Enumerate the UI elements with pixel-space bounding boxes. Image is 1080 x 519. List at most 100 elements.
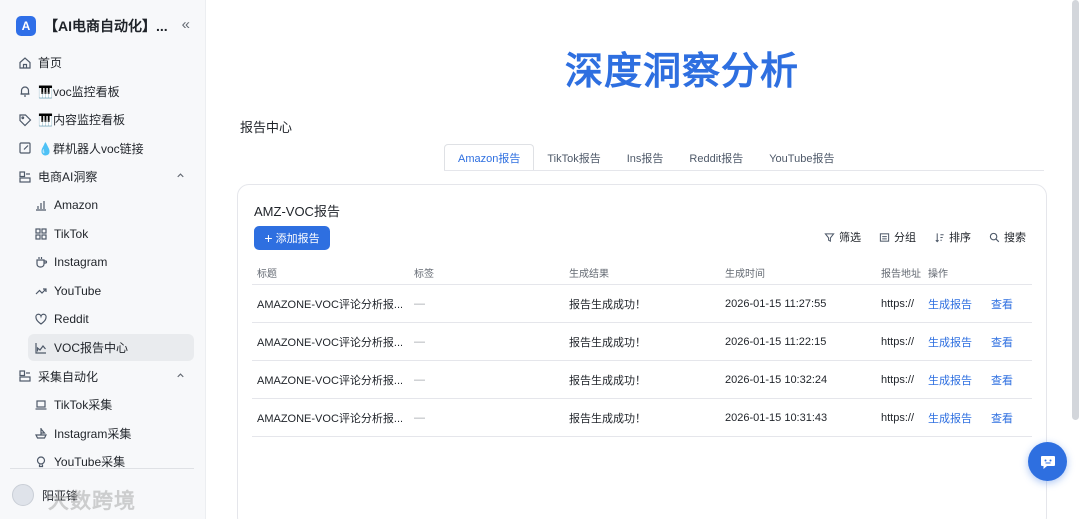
cell-result: 报告生成成功！ [569, 412, 646, 425]
cell-url[interactable]: https:// [881, 412, 927, 424]
tab-reddit-report[interactable]: Reddit报告 [676, 144, 756, 171]
area-chart-icon [34, 341, 48, 355]
sidebar-item-content-dashboard[interactable]: 🎹内容监控看板 [10, 106, 196, 133]
group-button[interactable]: 分组 [879, 229, 916, 245]
table-toolbar: 筛选 分组 排序 搜索 [806, 229, 1026, 245]
sidebar-item-label: Amazon [54, 198, 99, 212]
chevron-up-icon[interactable] [175, 370, 186, 384]
generate-report-link[interactable]: 生成报告 [928, 334, 988, 350]
view-link[interactable]: 查看 [991, 372, 1031, 388]
cell-result: 报告生成成功！ [569, 336, 646, 349]
sidebar-item-label: Reddit [54, 312, 89, 326]
folder-icon [18, 170, 32, 184]
group-label: 分组 [894, 232, 916, 244]
sidebar-item-reddit[interactable]: Reddit [10, 306, 196, 333]
view-link[interactable]: 查看 [991, 410, 1031, 426]
column-header-result[interactable]: 生成结果 [569, 265, 709, 280]
add-report-button[interactable]: + 添加报告 [254, 226, 330, 250]
cell-tag: — [414, 373, 425, 386]
page-scrollbar[interactable] [1072, 0, 1079, 420]
chevron-up-icon[interactable] [175, 170, 186, 184]
app-title: 【AI电商自动化】... [44, 18, 168, 34]
cell-title: AMAZONE-VOC评论分析报... [257, 412, 402, 425]
sidebar-item-label: YouTube [54, 283, 102, 298]
report-card: AMZ-VOC报告 + 添加报告 筛选 分组 排序 搜索 标题 标签 生成结果 … [237, 184, 1047, 519]
cell-title: AMAZONE-VOC评论分析报... [257, 298, 402, 311]
cell-title: AMAZONE-VOC评论分析报... [257, 336, 402, 349]
sidebar-nav: 首页 🎹voc监控看板 🎹内容监控看板 💧群机器人voc链接 电商AI洞察 Am… [10, 49, 196, 477]
bell-icon [18, 84, 32, 98]
trend-icon [34, 284, 48, 298]
cell-time: 2026-01-15 11:27:55 [725, 297, 827, 310]
column-header-url[interactable]: 报告地址 [881, 265, 927, 280]
sidebar-item-youtube[interactable]: YouTube [10, 277, 196, 304]
sidebar-item-tiktok-collect[interactable]: TikTok采集 [10, 391, 196, 418]
filter-icon [824, 232, 835, 242]
sidebar-group-collection-automation[interactable]: 采集自动化 [10, 363, 196, 390]
home-icon [18, 56, 32, 70]
tab-youtube-report[interactable]: YouTube报告 [756, 144, 847, 171]
table-row[interactable]: AMAZONE-VOC评论分析报... — 报告生成成功！ 2026-01-15… [252, 323, 1032, 361]
sidebar-item-label: 🎹内容监控看板 [38, 113, 125, 127]
view-link[interactable]: 查看 [991, 296, 1031, 312]
page-title: 深度洞察分析 [565, 51, 800, 93]
sidebar-item-label: 电商AI洞察 [38, 170, 98, 184]
cell-tag: — [414, 411, 425, 424]
sidebar-item-voc-report-center[interactable]: VOC报告中心 [28, 334, 194, 361]
app-header: A 【AI电商自动化】... « [16, 14, 196, 38]
sidebar-item-instagram-collect[interactable]: Instagram采集 [10, 420, 196, 447]
edit-icon [18, 141, 32, 155]
sidebar-item-amazon[interactable]: Amazon [10, 192, 196, 219]
chat-icon [1040, 455, 1055, 469]
report-table: 标题 标签 生成结果 生成时间 报告地址 操作 AMAZONE-VOC评论分析报… [252, 261, 1032, 437]
column-header-tag[interactable]: 标签 [414, 265, 474, 280]
cell-title: AMAZONE-VOC评论分析报... [257, 374, 402, 387]
column-header-time[interactable]: 生成时间 [725, 265, 865, 280]
search-button[interactable]: 搜索 [989, 229, 1026, 245]
table-row[interactable]: AMAZONE-VOC评论分析报... — 报告生成成功！ 2026-01-15… [252, 361, 1032, 399]
sidebar-group-ecommerce-ai[interactable]: 电商AI洞察 [10, 163, 196, 190]
folder-icon [18, 369, 32, 383]
sidebar-item-label: TikTok [54, 226, 89, 241]
watermark: 大数跨境 [48, 490, 136, 513]
boat-icon [34, 426, 48, 440]
sort-button[interactable]: 排序 [934, 229, 971, 245]
column-header-title[interactable]: 标题 [257, 265, 402, 280]
table-row[interactable]: AMAZONE-VOC评论分析报... — 报告生成成功！ 2026-01-15… [252, 399, 1032, 437]
generate-report-link[interactable]: 生成报告 [928, 296, 988, 312]
chat-assistant-button[interactable] [1028, 442, 1067, 481]
bulb-icon [34, 455, 48, 469]
cell-url[interactable]: https:// [881, 336, 927, 348]
cell-time: 2026-01-15 11:22:15 [725, 335, 827, 348]
sidebar-item-instagram[interactable]: Instagram [10, 249, 196, 276]
tab-ins-report[interactable]: Ins报告 [614, 144, 677, 171]
table-row[interactable]: AMAZONE-VOC评论分析报... — 报告生成成功！ 2026-01-15… [252, 285, 1032, 323]
section-title: 报告中心 [240, 120, 293, 135]
search-icon [989, 232, 1000, 242]
cell-time: 2026-01-15 10:32:24 [725, 373, 828, 386]
cell-url[interactable]: https:// [881, 374, 927, 386]
generate-report-link[interactable]: 生成报告 [928, 372, 988, 388]
generate-report-link[interactable]: 生成报告 [928, 410, 988, 426]
sidebar-item-tiktok[interactable]: TikTok [10, 220, 196, 247]
sidebar-item-label: 🎹voc监控看板 [38, 84, 120, 99]
column-header-actions: 操作 [928, 269, 948, 280]
cell-url[interactable]: https:// [881, 298, 927, 310]
cup-icon [34, 255, 48, 269]
collapse-sidebar-button[interactable]: « [182, 16, 190, 33]
sidebar-item-home[interactable]: 首页 [10, 49, 196, 76]
tag-icon [18, 113, 32, 127]
sidebar-item-bot-voc-link[interactable]: 💧群机器人voc链接 [10, 135, 196, 162]
filter-button[interactable]: 筛选 [824, 229, 861, 245]
view-link[interactable]: 查看 [991, 334, 1031, 350]
cell-result: 报告生成成功！ [569, 298, 646, 311]
sidebar-item-youtube-collect[interactable]: YouTube采集 [10, 448, 196, 475]
tab-tiktok-report[interactable]: TikTok报告 [534, 144, 613, 171]
laptop-icon [34, 398, 48, 412]
sidebar-item-label: VOC报告中心 [54, 341, 129, 355]
app-logo-icon: A [16, 16, 36, 36]
sidebar-item-label: 采集自动化 [38, 369, 99, 384]
card-title: AMZ-VOC报告 [254, 204, 340, 219]
sidebar-item-voc-dashboard[interactable]: 🎹voc监控看板 [10, 78, 196, 105]
tab-amazon-report[interactable]: Amazon报告 [444, 144, 535, 171]
